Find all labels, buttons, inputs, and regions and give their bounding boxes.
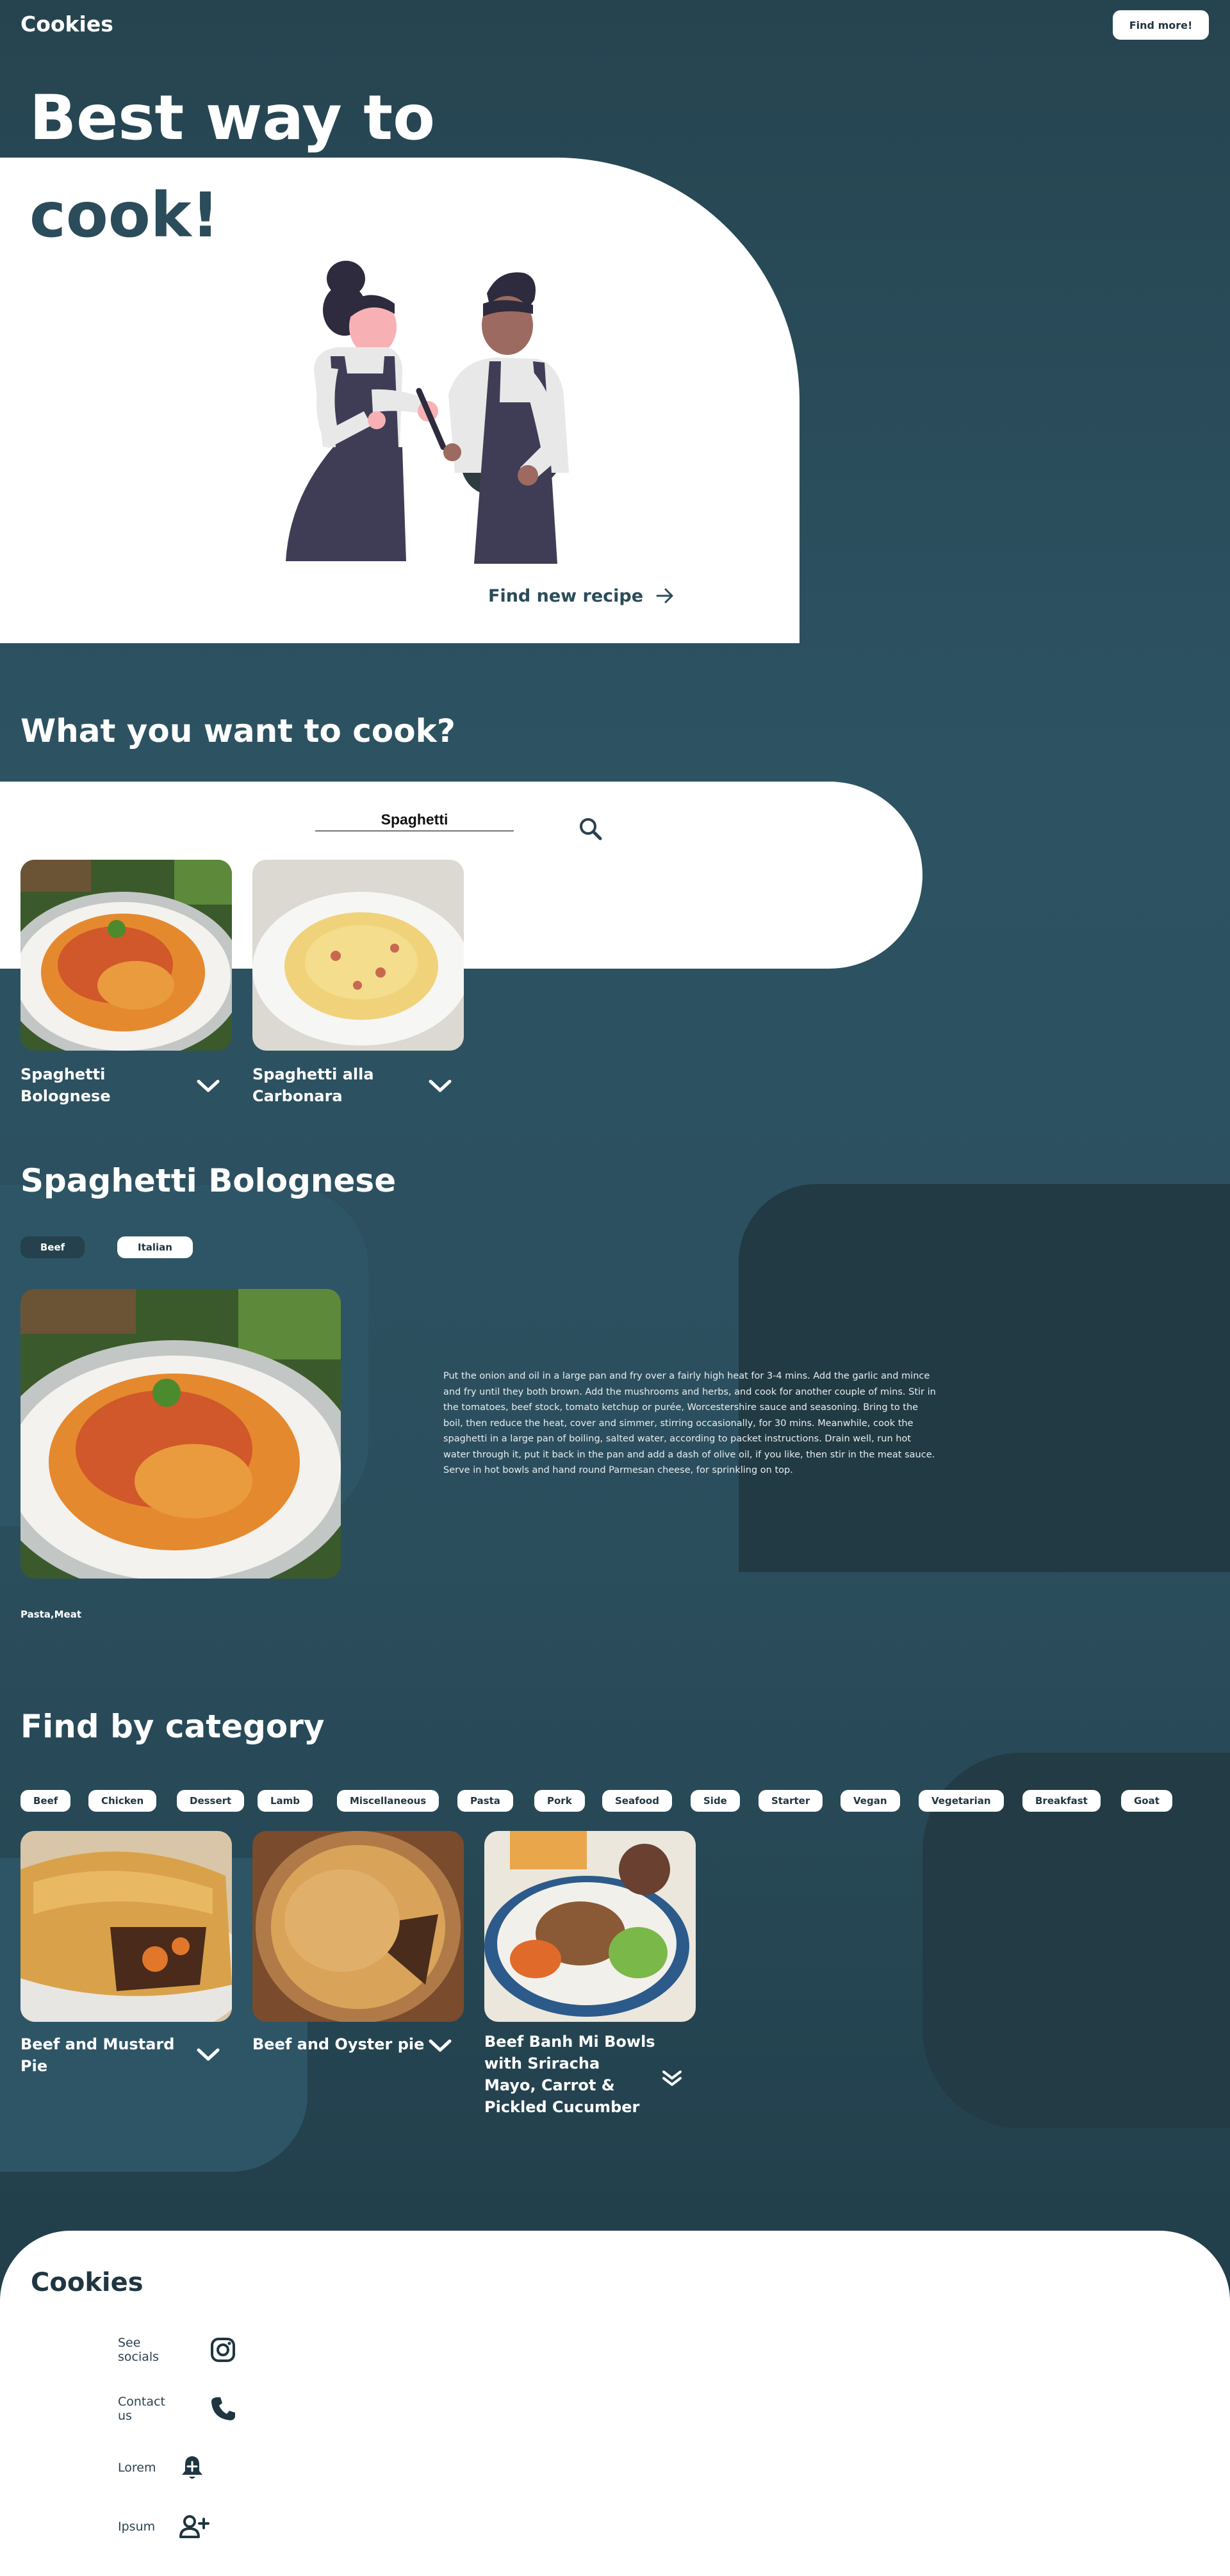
footer-link-lorem[interactable]: Lorem bbox=[118, 2454, 206, 2482]
site-logo[interactable]: Cookies bbox=[20, 12, 113, 37]
chevron-down-icon[interactable] bbox=[196, 2046, 220, 2063]
phone-icon bbox=[211, 2397, 235, 2420]
category-chip-vegetarian[interactable]: Vegetarian bbox=[919, 1790, 1004, 1812]
recipe-card-image[interactable] bbox=[484, 1831, 696, 2022]
recipe-card-title[interactable]: Spaghetti alla Carbonara bbox=[252, 1063, 374, 1107]
chevron-down-icon[interactable] bbox=[196, 1078, 220, 1094]
category-chip-breakfast[interactable]: Breakfast bbox=[1022, 1790, 1101, 1812]
chevrons-down-icon[interactable] bbox=[660, 2069, 684, 2088]
beef-banh-mi-bowl-image bbox=[484, 1831, 696, 2022]
hero-title-line2: cook! bbox=[29, 179, 220, 251]
recipe-card-title[interactable]: Beef and Mustard Pie bbox=[20, 2033, 174, 2077]
footer-link-label: Contact us bbox=[118, 2395, 165, 2423]
footer-link-label: See socials bbox=[118, 2336, 160, 2364]
beef-oyster-pie-image bbox=[252, 1831, 464, 2022]
recipe-category-badge[interactable]: Beef bbox=[20, 1236, 85, 1258]
category-chip-goat[interactable]: Goat bbox=[1121, 1790, 1172, 1812]
spaghetti-bolognese-image bbox=[20, 860, 232, 1051]
hero-title-line1: Best way to bbox=[29, 82, 436, 154]
spaghetti-carbonara-image bbox=[252, 860, 464, 1051]
find-more-button[interactable]: Find more! bbox=[1113, 10, 1209, 40]
recipe-area-badge[interactable]: Italian bbox=[117, 1236, 193, 1258]
footer-link-contact[interactable]: Contact us bbox=[118, 2395, 237, 2423]
category-chip-side[interactable]: Side bbox=[691, 1790, 740, 1812]
recipe-tags: Pasta,Meat bbox=[20, 1609, 82, 1620]
search-icon[interactable] bbox=[575, 814, 607, 846]
find-new-recipe-link[interactable]: Find new recipe bbox=[488, 586, 675, 606]
recipe-detail-image bbox=[20, 1289, 341, 1579]
recipe-detail-title: Spaghetti Bolognese bbox=[20, 1162, 397, 1199]
recipe-card-image[interactable] bbox=[20, 860, 232, 1051]
chevron-down-icon[interactable] bbox=[428, 1078, 452, 1094]
recipe-card-title[interactable]: Spaghetti Bolognese bbox=[20, 1063, 111, 1107]
recipe-card-image[interactable] bbox=[20, 1831, 232, 2022]
category-chip-chicken[interactable]: Chicken bbox=[88, 1790, 157, 1812]
footer-link-label: Lorem bbox=[118, 2461, 156, 2475]
category-chip-beef[interactable]: Beef bbox=[20, 1790, 71, 1812]
recipe-instructions: Put the onion and oil in a large pan and… bbox=[443, 1371, 936, 1475]
spaghetti-bolognese-image bbox=[20, 1289, 341, 1579]
search-heading: What you want to cook? bbox=[20, 712, 455, 750]
search-input[interactable] bbox=[315, 808, 514, 832]
category-chip-starter[interactable]: Starter bbox=[758, 1790, 823, 1812]
find-new-recipe-label: Find new recipe bbox=[488, 586, 644, 606]
recipe-card-title[interactable]: Beef Banh Mi Bowls with Sriracha Mayo, C… bbox=[484, 2031, 655, 2118]
category-chip-miscellaneous[interactable]: Miscellaneous bbox=[337, 1790, 439, 1812]
category-chip-dessert[interactable]: Dessert bbox=[177, 1790, 245, 1812]
arrow-right-icon bbox=[656, 588, 673, 603]
footer-link-socials[interactable]: See socials bbox=[118, 2336, 237, 2364]
chevron-down-icon[interactable] bbox=[428, 2037, 452, 2054]
beef-mustard-pie-image bbox=[20, 1831, 232, 2022]
footer-logo[interactable]: Cookies bbox=[31, 2268, 144, 2297]
add-user-icon bbox=[179, 2515, 209, 2538]
category-heading: Find by category bbox=[20, 1708, 325, 1745]
category-chip-seafood[interactable]: Seafood bbox=[602, 1790, 672, 1812]
category-chip-pasta[interactable]: Pasta bbox=[457, 1790, 513, 1812]
instagram-icon bbox=[211, 2338, 235, 2362]
footer-link-label: Ipsum bbox=[118, 2520, 156, 2534]
footer-link-ipsum[interactable]: Ipsum bbox=[118, 2513, 210, 2541]
recipe-card-image[interactable] bbox=[252, 860, 464, 1051]
category-chip-lamb[interactable]: Lamb bbox=[258, 1790, 313, 1812]
recipe-card-title[interactable]: Beef and Oyster pie bbox=[252, 2033, 424, 2055]
recipe-card-image[interactable] bbox=[252, 1831, 464, 2022]
bell-plus-icon bbox=[182, 2456, 202, 2479]
category-chip-pork[interactable]: Pork bbox=[534, 1790, 585, 1812]
category-chip-vegan[interactable]: Vegan bbox=[840, 1790, 900, 1812]
cooking-illustration bbox=[286, 261, 569, 564]
